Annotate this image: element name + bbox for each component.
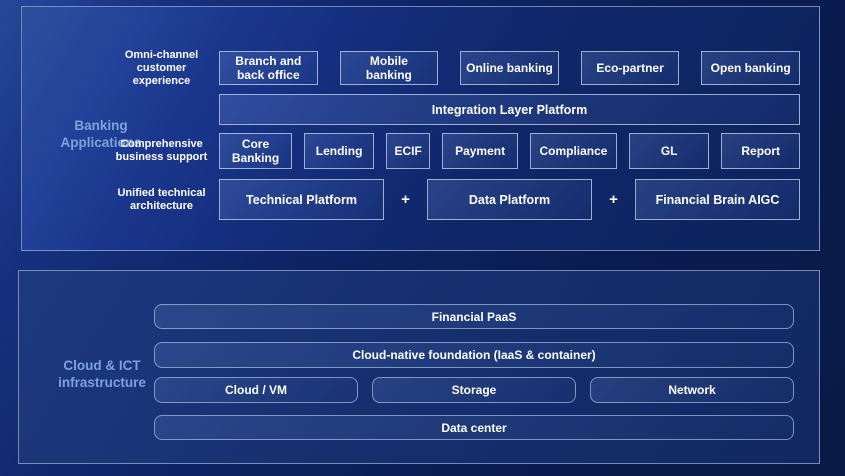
business-support-row: Comprehensive business support Core Bank… — [22, 133, 800, 169]
box-gl: GL — [629, 133, 709, 169]
data-center-row: Data center — [154, 415, 794, 440]
bar-cloud-vm: Cloud / VM — [154, 377, 358, 403]
technical-architecture-label: Unified technical architecture — [22, 179, 219, 220]
technical-architecture-boxes: Technical Platform + Data Platform + Fin… — [219, 179, 800, 220]
cloud-native-row: Cloud-native foundation (IaaS & containe… — [154, 342, 794, 368]
integration-row: Integration Layer Platform — [22, 94, 800, 125]
omni-channel-label: Omni-channel customer experience — [22, 51, 219, 85]
box-branch-and-back-office: Branch and back office — [219, 51, 318, 85]
plus-separator: + — [592, 179, 635, 220]
box-online-banking: Online banking — [460, 51, 559, 85]
box-eco-partner: Eco-partner — [581, 51, 680, 85]
box-report: Report — [721, 133, 800, 169]
omni-channel-boxes: Branch and back office Mobile banking On… — [219, 51, 800, 85]
box-core-banking: Core Banking — [219, 133, 292, 169]
box-payment: Payment — [442, 133, 518, 169]
business-support-boxes: Core Banking Lending ECIF Payment Compli… — [219, 133, 800, 169]
box-data-platform: Data Platform — [427, 179, 592, 220]
bar-cloud-native-foundation: Cloud-native foundation (IaaS & containe… — [154, 342, 794, 368]
business-support-label: Comprehensive business support — [22, 133, 219, 169]
box-mobile-banking: Mobile banking — [340, 51, 439, 85]
integration-row-spacer — [22, 94, 219, 125]
cloud-ict-panel: Cloud & ICT infrastructure Financial Paa… — [18, 270, 820, 464]
financial-paas-row: Financial PaaS — [154, 304, 794, 329]
box-technical-platform: Technical Platform — [219, 179, 384, 220]
bar-data-center: Data center — [154, 415, 794, 440]
box-open-banking: Open banking — [701, 51, 800, 85]
box-ecif: ECIF — [386, 133, 430, 169]
banking-applications-panel: Banking Applications Omni-channel custom… — [21, 6, 820, 251]
box-financial-brain-aigc: Financial Brain AIGC — [635, 179, 800, 220]
box-integration-layer-platform: Integration Layer Platform — [219, 94, 800, 125]
bar-storage: Storage — [372, 377, 576, 403]
bar-network: Network — [590, 377, 794, 403]
box-compliance: Compliance — [530, 133, 617, 169]
resources-row: Cloud / VM Storage Network — [154, 377, 794, 403]
technical-architecture-row: Unified technical architecture Technical… — [22, 179, 800, 220]
architecture-diagram: Banking Applications Omni-channel custom… — [0, 0, 845, 476]
box-lending: Lending — [304, 133, 374, 169]
bar-financial-paas: Financial PaaS — [154, 304, 794, 329]
omni-channel-row: Omni-channel customer experience Branch … — [22, 51, 800, 85]
plus-separator: + — [384, 179, 427, 220]
